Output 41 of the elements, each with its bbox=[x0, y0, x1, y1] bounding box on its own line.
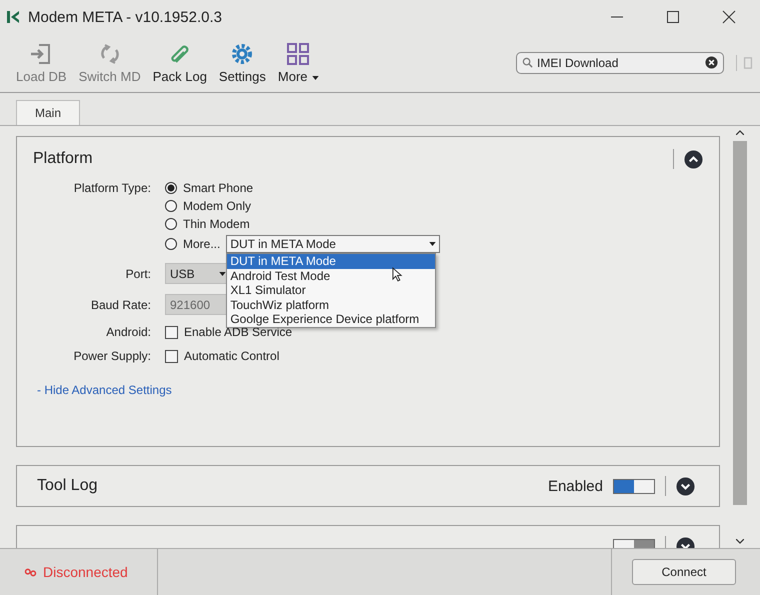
field-label: Power Supply: bbox=[72, 349, 151, 363]
hide-advanced-link[interactable]: - Hide Advanced Settings bbox=[37, 383, 703, 397]
field-label: Baud Rate: bbox=[90, 298, 151, 312]
checkbox-option[interactable]: Automatic Control bbox=[165, 349, 280, 363]
toolbar-button[interactable]: Pack Log bbox=[146, 40, 213, 86]
panel-title: Platform bbox=[33, 150, 93, 168]
caret-icon bbox=[312, 76, 319, 80]
toolbar-button[interactable]: Settings bbox=[212, 40, 272, 86]
close-icon[interactable] bbox=[722, 10, 736, 24]
search-field[interactable]: IMEI Download bbox=[516, 52, 724, 74]
field-label: Android: bbox=[105, 325, 151, 339]
radio-option[interactable]: Smart Phone bbox=[165, 181, 254, 195]
radio-option[interactable]: Thin Modem bbox=[165, 217, 250, 231]
app-logo-icon bbox=[6, 9, 22, 25]
scroll-down-icon[interactable] bbox=[736, 539, 744, 544]
mouse-cursor-icon bbox=[392, 267, 404, 282]
dropdown-option[interactable]: DUT in META Mode bbox=[227, 254, 436, 268]
checkbox-option[interactable]: Enable ADB Service bbox=[165, 325, 292, 339]
scroll-up-icon[interactable] bbox=[736, 130, 744, 135]
field-label: Platform Type: bbox=[72, 181, 151, 195]
toggle-switch[interactable] bbox=[613, 478, 655, 494]
toggle-state-label: Enabled bbox=[548, 478, 603, 494]
grid-icon bbox=[286, 42, 310, 66]
disconnected-link-icon bbox=[24, 568, 37, 576]
main-tab[interactable]: Main bbox=[16, 100, 80, 125]
expand-chevron-icon[interactable] bbox=[676, 476, 695, 496]
collapse-chevron-icon[interactable] bbox=[684, 150, 703, 168]
search-icon bbox=[522, 57, 533, 68]
radio-option[interactable]: Modem Only bbox=[165, 199, 252, 213]
maximize-icon[interactable] bbox=[666, 10, 680, 24]
mode-dropdown[interactable]: DUT in META Mode bbox=[226, 235, 440, 253]
field-label: Port: bbox=[124, 266, 151, 280]
radio-option[interactable]: More... bbox=[165, 237, 220, 251]
clear-icon[interactable] bbox=[705, 56, 718, 69]
connect-button[interactable]: Connect bbox=[632, 559, 736, 585]
window-title: Modem META - v10.1952.0.3 bbox=[28, 8, 222, 26]
dropdown-option[interactable]: Goolge Experience Device platform bbox=[227, 312, 436, 326]
panel-title: Tool Log bbox=[37, 477, 98, 495]
gear-icon bbox=[230, 42, 254, 66]
toolbar-button[interactable]: More bbox=[272, 40, 325, 86]
connection-status: Disconnected bbox=[43, 564, 128, 580]
